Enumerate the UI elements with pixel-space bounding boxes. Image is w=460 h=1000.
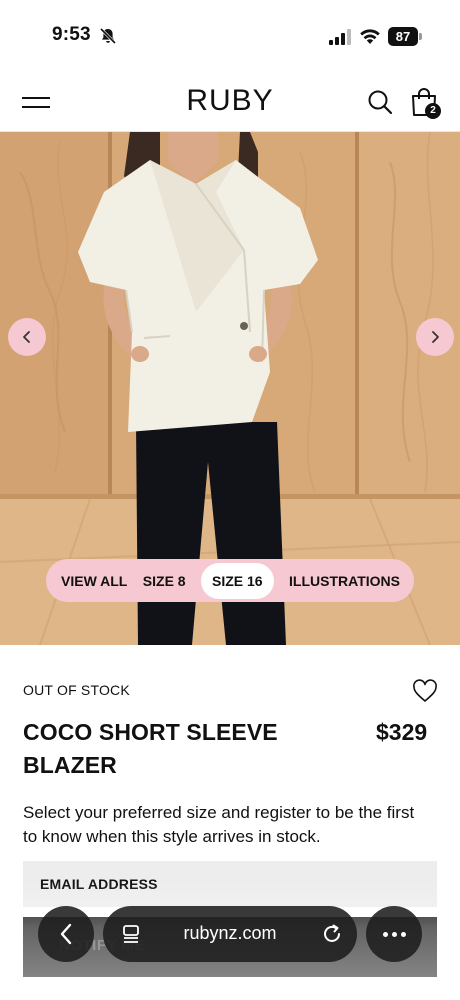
address-bar[interactable]: rubynz.com [103,906,357,962]
filter-tab-size-8[interactable]: SIZE 8 [143,573,186,589]
more-dot [400,931,406,937]
signal-icon [329,29,351,45]
bell-slash-icon [99,27,117,45]
email-field[interactable]: EMAIL ADDRESS [23,861,437,907]
chevron-right-icon [432,331,439,343]
chevron-left-icon [60,923,72,945]
gallery-prev-button[interactable] [8,318,46,356]
site-header: RUBY 2 [0,72,460,132]
reload-icon[interactable] [321,923,343,945]
search-icon[interactable] [367,89,393,115]
product-gallery[interactable]: VIEW ALL SIZE 8 SIZE 16 ILLUSTRATIONS [0,132,460,645]
wifi-icon [360,29,380,44]
more-icon[interactable] [366,906,422,962]
product-price: $329 [376,719,428,745]
more-dot [382,931,388,937]
product-title: COCO SHORT SLEEVE BLAZER [23,719,278,778]
url-text[interactable]: rubynz.com [103,923,357,944]
status-bar: 9:53 87 [0,0,460,72]
gallery-next-button[interactable] [416,318,454,356]
restock-note: Select your preferred size and register … [23,803,415,846]
more-dot [391,931,397,937]
battery-level: 87 [388,27,418,46]
filter-tab-illustrations[interactable]: ILLUSTRATIONS [289,573,400,589]
bag-count-badge: 2 [425,103,441,119]
filter-tab-size-16[interactable]: SIZE 16 [201,562,274,599]
gallery-filter-bar: VIEW ALL SIZE 8 SIZE 16 ILLUSTRATIONS [46,559,414,602]
stock-status: OUT OF STOCK [23,682,130,698]
battery-cap [419,33,422,40]
status-time: 9:53 [52,24,91,45]
browser-back-button[interactable] [38,906,94,962]
chevron-left-icon [23,331,30,343]
battery-indicator: 87 [388,27,422,46]
heart-icon[interactable] [412,679,438,703]
filter-tab-view-all[interactable]: VIEW ALL [61,573,127,589]
